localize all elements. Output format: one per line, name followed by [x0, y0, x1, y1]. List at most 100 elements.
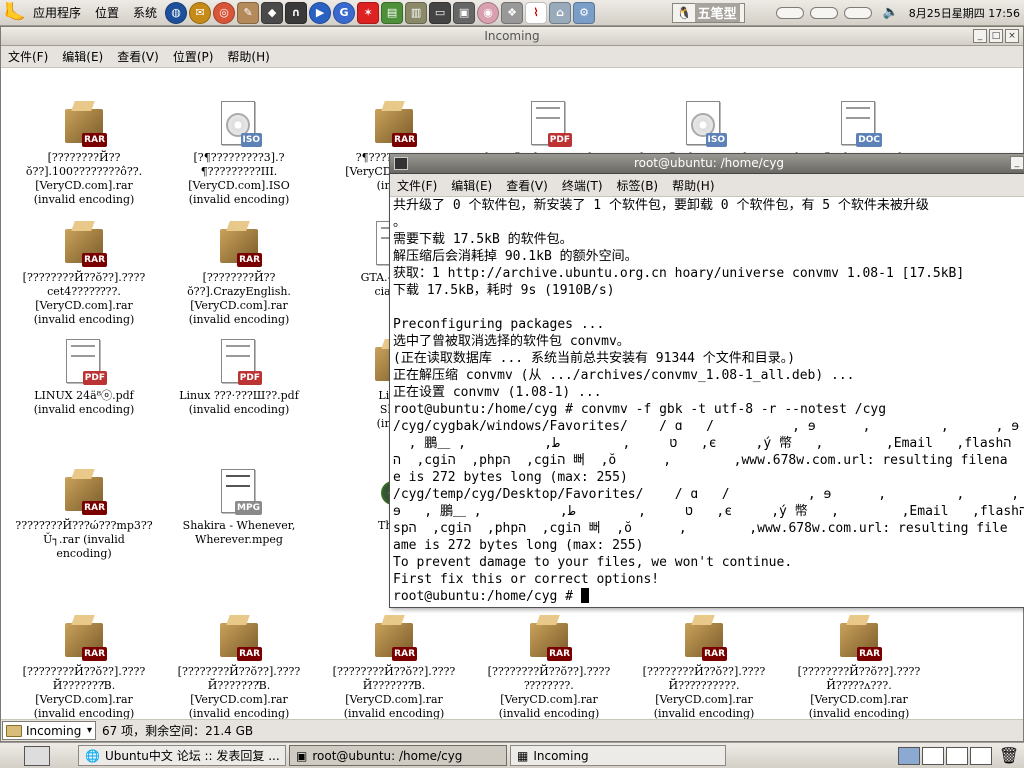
workspace-3[interactable] [946, 746, 968, 765]
file-item[interactable]: RAR [????????Й?? ŏ??].100????????ô??. [Very… [9, 101, 159, 207]
file-manager-titlebar[interactable]: Incoming _ □ × [1, 27, 1023, 46]
folder-small-icon: ▦ [517, 748, 529, 763]
workspace-4[interactable] [970, 746, 992, 765]
workspace-switcher: 🗑 [896, 746, 1020, 766]
file-name-line: [????????Й??ŏ??].???? [22, 271, 146, 284]
workspace-pill-2[interactable] [809, 6, 838, 19]
term-menu-file[interactable]: 文件(F) [390, 177, 444, 194]
file-name-line: (invalid encoding) [188, 193, 290, 206]
monitor-icon[interactable]: ▭ [429, 1, 452, 24]
fm-menu-edit[interactable]: 编辑(E) [55, 48, 110, 65]
file-type-badge: RAR [82, 647, 107, 661]
file-item[interactable]: ISO [?¶?????????3].? ¶?????????III. [VeryCD… [164, 101, 314, 207]
media-player-icon[interactable]: ▶ [309, 1, 332, 24]
disc-image-icon: ISO [681, 101, 727, 149]
file-item[interactable]: PDF LINUX 24ä⁸ⓞ.pdf (invalid encoding) [9, 339, 159, 417]
gnome-foot-icon[interactable]: 🦶 [4, 2, 26, 24]
show-desktop-icon[interactable] [24, 745, 50, 766]
close-button[interactable]: × [1005, 29, 1019, 43]
input-method-indicator[interactable]: 🐧 五笔型 [671, 2, 745, 23]
file-item[interactable]: RAR [????????Й??ŏ??].???? Й??⁇?ʌ???. [VeryC… [784, 615, 934, 719]
minimize-button[interactable]: _ [973, 29, 987, 43]
star-app-icon[interactable]: ✶ [357, 1, 380, 24]
file-name-line: encoding) [56, 547, 112, 560]
video-file-icon: MPG [216, 469, 262, 517]
web-browser-icon[interactable]: ◍ [165, 1, 188, 24]
bottom-panel: 🌐 Ubuntu中文 论坛 :: 发表回复 ... ▣ root@ubuntu:… [0, 742, 1024, 768]
file-item[interactable]: PDF Linux ???·???Ш??.pdf (invalid encoding… [164, 339, 314, 417]
gimp-icon[interactable]: ✎ [237, 1, 260, 24]
task-file-manager[interactable]: ▦ Incoming [510, 745, 726, 766]
terminal-minimize-button[interactable]: _ [1010, 156, 1024, 170]
term-menu-terminal[interactable]: 终端(T) [555, 177, 610, 194]
document-icon: PDF [526, 101, 572, 149]
image-viewer-icon[interactable]: ❖ [501, 1, 524, 24]
file-name-line: (invalid encoding) [188, 403, 290, 416]
fm-menu-file[interactable]: 文件(F) [1, 48, 55, 65]
dictionary-icon[interactable]: ▤ [381, 1, 404, 24]
help-lifebuoy-icon[interactable]: ◎ [213, 1, 236, 24]
archive-icon: RAR [371, 101, 417, 149]
file-name-line: [?¶?????????3].? [193, 151, 285, 164]
settings-tools-icon[interactable]: ⚙ [573, 1, 596, 24]
terminal-window: root@ubuntu: /home/cyg _ 文件(F) 编辑(E) 查看(… [389, 153, 1024, 608]
file-item[interactable]: RAR [????????Й??ŏ??].???? Й???????Ɓ. [VeryC… [164, 615, 314, 719]
file-item[interactable]: MPG Shakira - Whenever, Wherever.mpeg [164, 469, 314, 547]
fm-menu-help[interactable]: 帮助(H) [220, 48, 276, 65]
task-browser-label: Ubuntu中文 论坛 :: 发表回复 ... [104, 749, 280, 763]
cow-icon[interactable]: ◆ [261, 1, 284, 24]
terminal-line: /cyg/temp/cyg/Desktop/Favorites/ / ɑ / ,… [393, 487, 1020, 502]
archive-icon: RAR [836, 615, 882, 663]
fm-menu-view[interactable]: 查看(V) [110, 48, 166, 65]
file-name-line: [????????Й??ŏ??].???? [642, 665, 766, 678]
volume-icon[interactable]: 🔈 [883, 5, 899, 20]
terminal-line: 正在解压缩 convmv (从 .../archives/convmv_1.08… [393, 368, 855, 383]
fm-menu-places[interactable]: 位置(P) [166, 48, 221, 65]
file-item[interactable]: RAR [????????Й??ŏ??].???? ⁇??????. [VeryCD.… [474, 615, 624, 719]
terminal-line: 正在设置 convmv (1.08-1) ... [393, 385, 602, 400]
file-type-badge: PDF [547, 133, 572, 147]
browser-globe-icon: 🌐 [85, 748, 100, 763]
notes-icon[interactable]: ▥ [405, 1, 428, 24]
screenshot-icon[interactable]: ▣ [453, 1, 476, 24]
maximize-button[interactable]: □ [989, 29, 1003, 43]
menu-applications[interactable]: 应用程序 [26, 0, 88, 26]
panel-clock[interactable]: 8月25日星期四 17:56 [909, 5, 1024, 21]
terminal-launcher-icon[interactable]: ∩ [285, 1, 308, 24]
term-menu-help[interactable]: 帮助(H) [665, 177, 721, 194]
menu-system[interactable]: 系统 [126, 0, 164, 26]
network-icon[interactable]: ⌂ [549, 1, 572, 24]
file-type-badge: PDF [237, 371, 262, 385]
terminal-line: /cyg/cygbak/windows/Favorites/ / ɑ / , ɘ… [393, 419, 1020, 434]
term-menu-view[interactable]: 查看(V) [499, 177, 555, 194]
terminal-output[interactable]: 共升级了 0 个软件包，新安装了 1 个软件包，要卸载 0 个软件包，有 5 个… [393, 197, 1024, 607]
term-menu-edit[interactable]: 编辑(E) [444, 177, 499, 194]
file-item[interactable]: RAR [????????Й??ŏ??].???? Й??⁇??????. [Very… [629, 615, 779, 719]
menu-places[interactable]: 位置 [88, 0, 126, 26]
pdf-reader-icon[interactable]: ⌇ [525, 1, 548, 24]
file-item[interactable]: RAR [????????Й?? ŏ??].CrazyEnglish. [VeryCD… [164, 221, 314, 327]
messenger-icon[interactable]: G [333, 1, 356, 24]
trash-icon[interactable]: 🗑 [998, 746, 1020, 766]
file-name-line: Й???????Ɓ. [362, 679, 426, 692]
location-combo[interactable]: Incoming ▾ [2, 721, 96, 740]
workspace-2[interactable] [922, 746, 944, 765]
file-item[interactable]: RAR [????????Й??ŏ??].???? Й???????Ɓ. [VeryC… [9, 615, 159, 719]
terminal-titlebar[interactable]: root@ubuntu: /home/cyg _ [390, 154, 1024, 174]
top-panel: 🦶 应用程序 位置 系统 ◍ ✉ ◎ ✎ ◆ ∩ ▶ G ✶ ▤ ▥ ▭ ▣ ◉… [0, 0, 1024, 26]
file-item[interactable]: RAR ????????Й???ώ???mp3?? Ŭ┐.rar (invalid e… [9, 469, 159, 561]
email-client-icon[interactable]: ✉ [189, 1, 212, 24]
task-terminal[interactable]: ▣ root@ubuntu: /home/cyg [289, 745, 507, 766]
file-type-badge: MPG [235, 501, 262, 515]
status-info: 67 项，剩余空间：21.4 GB [102, 724, 254, 738]
task-browser[interactable]: 🌐 Ubuntu中文 论坛 :: 发表回复 ... [78, 745, 286, 766]
workspace-1[interactable] [898, 746, 920, 765]
workspace-pill-1[interactable] [775, 6, 804, 19]
file-item[interactable]: RAR [????????Й??ŏ??].???? cet4????⁇??. [Ver… [9, 221, 159, 327]
file-type-badge: RAR [82, 253, 107, 267]
workspace-pill-3[interactable] [843, 6, 872, 19]
file-item[interactable]: RAR [????????Й??ŏ??].???? Й???????Ɓ. [VeryC… [319, 615, 469, 719]
term-menu-tabs[interactable]: 标签(B) [610, 177, 666, 194]
cd-burner-icon[interactable]: ◉ [477, 1, 500, 24]
